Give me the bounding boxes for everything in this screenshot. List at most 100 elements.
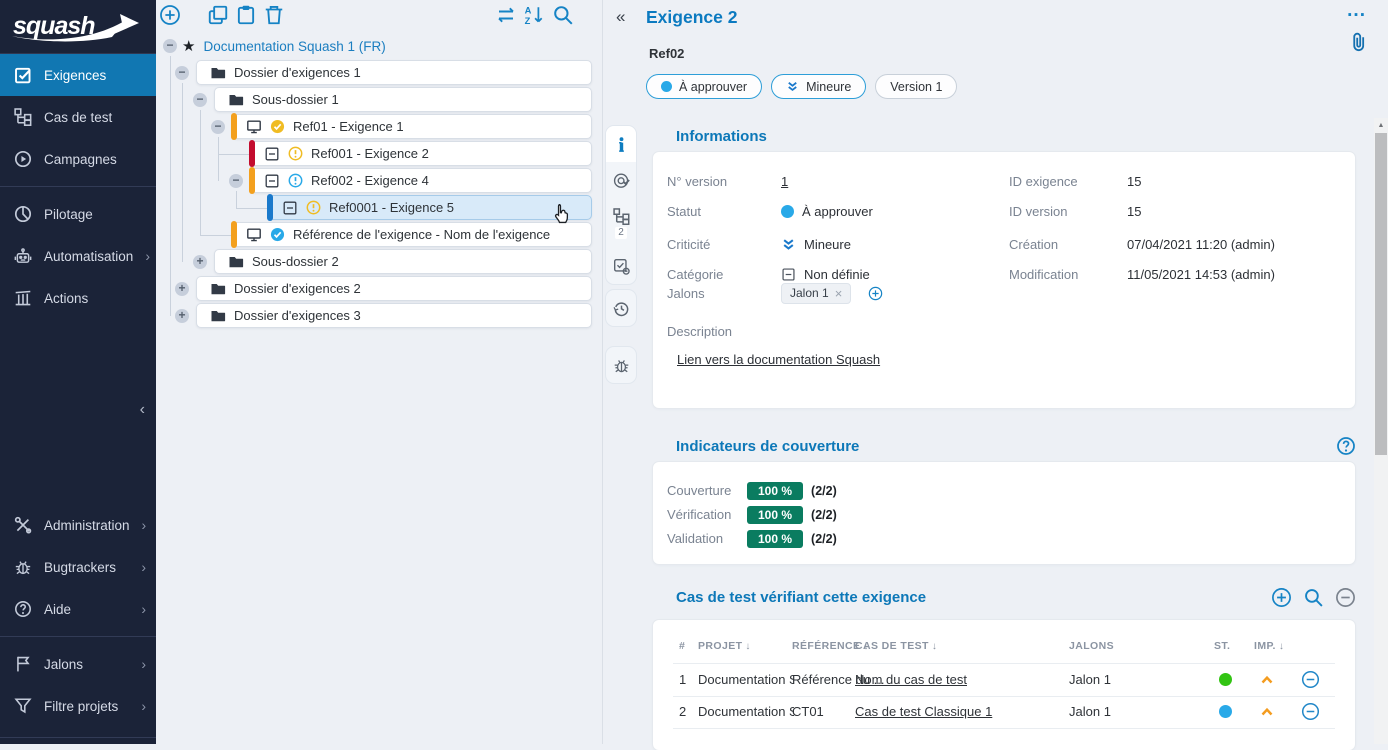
sidebar-item-automatisation[interactable]: Automatisation› (0, 235, 156, 277)
tree-node-sous-dossier-1[interactable]: Sous-dossier 1 (214, 87, 592, 112)
app-logo[interactable]: squash (0, 0, 156, 54)
test-case-link[interactable]: Cas de test Classique 1 (855, 704, 992, 719)
sidebar-item-label: Jalons (44, 657, 83, 672)
attachments-icon[interactable] (1350, 31, 1367, 53)
section-header-coverage[interactable]: Indicateurs de couverture (656, 438, 859, 455)
column-header-projet[interactable]: PROJET↓ (698, 640, 751, 652)
description-link[interactable]: Lien vers la documentation Squash (677, 352, 880, 367)
test-cases-actions (1271, 587, 1356, 608)
sidebar-item-pilotage[interactable]: Pilotage (0, 193, 156, 235)
sidebar-item-label: Cas de test (44, 110, 112, 125)
detail-tab-bug[interactable] (606, 347, 636, 383)
collapse-node-icon[interactable]: − (163, 39, 177, 53)
sidebar-item-administration[interactable]: Administration› (0, 504, 156, 546)
play-circle-icon (14, 150, 32, 168)
section-header-test-cases[interactable]: Cas de test vérifiant cette exigence (656, 589, 926, 606)
tree-node-ref001-exigence-2[interactable]: Ref001 - Exigence 2 (250, 141, 592, 166)
scrollbar-thumb[interactable] (1375, 133, 1387, 455)
search-test-case-icon[interactable] (1303, 587, 1324, 608)
expand-node-icon[interactable]: + (175, 282, 189, 296)
collapse-panel-icon[interactable]: « (616, 7, 625, 27)
column-header-imp[interactable]: IMP.↓ (1254, 640, 1284, 652)
collapse-node-icon[interactable]: − (229, 174, 243, 188)
test-case-link[interactable]: Nom du cas de test (855, 672, 967, 687)
collapse-node-icon[interactable]: − (193, 93, 207, 107)
sidebar-item-cas-de-test[interactable]: Cas de test (0, 96, 156, 138)
more-menu-icon[interactable]: ... (1347, 0, 1366, 22)
chevron-down-icon (656, 593, 667, 604)
badge-version-1[interactable]: Version 1 (875, 74, 957, 99)
collapse-node-icon[interactable]: − (175, 66, 189, 80)
nav-divider (0, 186, 156, 187)
add-circle-icon[interactable] (868, 286, 883, 301)
tree-node-reference-de-l-exigence-nom-de-l-exigence[interactable]: Référence de l'exigence - Nom de l'exige… (232, 222, 592, 247)
tree-node-dossier-d-exigences-2[interactable]: Dossier d'exigences 2 (196, 276, 592, 301)
sort-arrow-icon: ↓ (745, 641, 750, 652)
detail-tab-check-link[interactable] (606, 248, 636, 284)
tree-root-project[interactable]: ★Documentation Squash 1 (FR) (182, 33, 386, 59)
sidebar-item-filtre-projets[interactable]: Filtre projets› (0, 685, 156, 727)
sidebar-item-label: Pilotage (44, 207, 93, 222)
add-test-case-icon[interactable] (1271, 587, 1292, 608)
tree-node-ref01-exigence-1[interactable]: Ref01 - Exigence 1 (232, 114, 592, 139)
sidebar-item-jalons[interactable]: Jalons› (0, 643, 156, 685)
badge-a-approuver[interactable]: À approuver (646, 74, 762, 99)
checkbox-icon (14, 66, 32, 84)
vertical-scrollbar[interactable]: ▲ (1374, 118, 1388, 744)
status-check-icon (270, 119, 285, 134)
sidebar-item-bugtrackers[interactable]: Bugtrackers› (0, 546, 156, 588)
column-header-[interactable]: # (679, 640, 685, 652)
cell-project: Documentation Squas... (698, 672, 794, 687)
tree-node-sous-dossier-2[interactable]: Sous-dossier 2 (214, 249, 592, 274)
sidebar-collapse-icon[interactable]: ‹ (140, 401, 145, 419)
unlink-test-case-icon[interactable] (1301, 670, 1320, 689)
detail-tab-info[interactable] (606, 126, 636, 162)
sidebar-bottom-divider (0, 737, 156, 738)
criticality-bar (249, 167, 255, 194)
column-header-st[interactable]: ST. (1214, 640, 1230, 652)
sidebar-item-label: Campagnes (44, 152, 117, 167)
tree-node-dossier-d-exigences-1[interactable]: Dossier d'exigences 1 (196, 60, 592, 85)
tree-guide (236, 191, 237, 208)
version-link[interactable]: 1 (781, 174, 788, 189)
cell-milestones: Jalon 1 (1069, 704, 1111, 719)
detail-tab-target[interactable] (606, 162, 636, 198)
sidebar-item-actions[interactable]: Actions (0, 277, 156, 319)
tree-node-label: Ref002 - Exigence 4 (311, 173, 429, 188)
sidebar-item-exigences[interactable]: Exigences (0, 54, 156, 96)
scroll-up-icon[interactable]: ▲ (1374, 122, 1388, 129)
sidebar-nav-top: Exigences Cas de test Campagnes Pilotage Aut… (0, 54, 156, 319)
column-header-cas-de-test[interactable]: CAS DE TEST↓ (855, 640, 937, 652)
column-header-jalons[interactable]: JALONS (1069, 640, 1114, 652)
expand-node-icon[interactable]: + (193, 255, 207, 269)
sidebar-item-label: Automatisation (44, 249, 133, 264)
badge-mineure[interactable]: Mineure (771, 74, 866, 99)
section-header-informations[interactable]: Informations (656, 128, 767, 145)
collapse-node-icon[interactable]: − (211, 120, 225, 134)
info-field-categorie: CatégorieNon définie (667, 265, 870, 283)
remove-test-case-icon[interactable] (1335, 587, 1356, 608)
expand-node-icon[interactable]: + (175, 309, 189, 323)
tree-node-ref0001-exigence-5[interactable]: Ref0001 - Exigence 5 (268, 195, 592, 220)
detail-tab-tree[interactable]: 2 (606, 198, 636, 248)
field-label: N° version (667, 174, 773, 189)
table-row-divider (673, 663, 1335, 664)
field-value: 07/04/2021 11:20 (admin) (1127, 237, 1275, 252)
field-value: 15 (1127, 204, 1141, 219)
sidebar-item-campagnes[interactable]: Campagnes (0, 138, 156, 180)
sidebar-item-aide[interactable]: Aide› (0, 588, 156, 630)
status-warning-icon (288, 173, 303, 188)
remove-milestone-icon[interactable]: × (835, 286, 843, 301)
bar-chart-icon (14, 289, 32, 307)
badge-label: Version 1 (890, 80, 942, 94)
flag-icon (14, 655, 32, 673)
tree-node-ref002-exigence-4[interactable]: Ref002 - Exigence 4 (250, 168, 592, 193)
folder-icon (210, 308, 226, 324)
coverage-ratio: (2/2) (811, 484, 837, 498)
detail-tab-history[interactable] (606, 290, 636, 326)
unlink-test-case-icon[interactable] (1301, 702, 1320, 721)
milestone-chip[interactable]: Jalon 1× (781, 283, 851, 304)
help-icon[interactable] (1336, 436, 1356, 456)
tree-node-dossier-d-exigences-3[interactable]: Dossier d'exigences 3 (196, 303, 592, 328)
squared-minus-icon (282, 200, 298, 216)
